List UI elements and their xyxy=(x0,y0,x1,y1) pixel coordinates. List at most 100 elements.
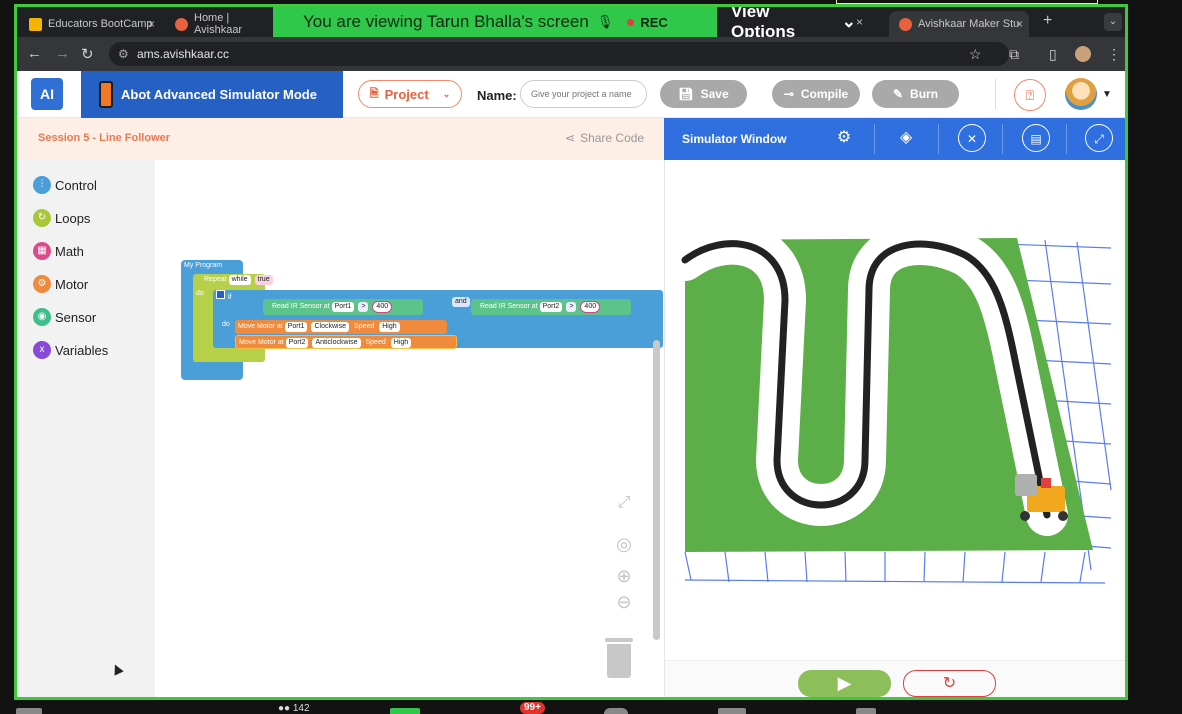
center-target-icon[interactable]: ◎ xyxy=(612,534,636,555)
help-icon[interactable]: ⍰ xyxy=(1014,79,1046,111)
chat-badge[interactable]: 99+ xyxy=(520,702,545,714)
back-arrow-icon[interactable]: ← xyxy=(27,45,42,62)
browser-tab-bar: Educators BootCamp × Home | Avishkaar Yo… xyxy=(17,7,1125,41)
fit-screen-icon[interactable]: ⤢ xyxy=(612,494,636,512)
simulator-viewport[interactable] xyxy=(664,160,1125,660)
tab-avishkaar-maker-studio[interactable]: Avishkaar Maker Stu × xyxy=(889,11,1029,37)
caret-down-icon[interactable]: ▼ xyxy=(1102,89,1112,100)
compile-button[interactable]: ⊸ Compile xyxy=(772,80,860,108)
reactions-icon[interactable] xyxy=(718,708,746,714)
browser-menu-icon[interactable]: ⋮ xyxy=(1107,46,1121,63)
record-icon[interactable] xyxy=(604,708,628,714)
reset-button[interactable]: ↻ xyxy=(903,670,996,697)
math-icon: ▦ xyxy=(33,242,51,260)
operator-dropdown[interactable]: > xyxy=(358,302,369,312)
participants-count: 142 xyxy=(292,703,310,714)
simulator-scene xyxy=(665,222,1112,584)
category-sensor[interactable]: ◉ Sensor xyxy=(33,308,96,326)
view-options-button[interactable]: View Options ⌄ × xyxy=(717,7,873,41)
new-tab-button[interactable]: + xyxy=(1043,12,1052,30)
share-code-button[interactable]: ⋖ Share Code xyxy=(565,131,644,145)
simulator-title: Simulator Window xyxy=(682,132,787,146)
book-icon[interactable]: ▤ xyxy=(1022,124,1050,152)
burn-button[interactable]: ✎ Burn xyxy=(872,80,959,108)
port-dropdown[interactable]: Port2 xyxy=(539,302,563,312)
bookmark-star-icon[interactable]: ☆ xyxy=(969,46,982,63)
forward-arrow-icon[interactable]: → xyxy=(55,45,70,62)
project-dropdown[interactable]: 🗎 Project ⌄ xyxy=(358,80,462,108)
tab-search-button[interactable]: ⌄ xyxy=(1104,13,1122,31)
true-value[interactable]: true xyxy=(254,275,273,285)
threshold-value[interactable]: 400 xyxy=(580,301,601,313)
save-button[interactable]: 💾︎ Save xyxy=(660,80,747,108)
profile-avatar[interactable] xyxy=(1075,46,1091,62)
close-icon[interactable]: × xyxy=(148,17,155,31)
address-bar[interactable]: ⚙ ams.avishkaar.cc xyxy=(109,42,1009,66)
extensions-icon[interactable]: ⧉ xyxy=(1009,46,1019,63)
user-avatar[interactable] xyxy=(1065,78,1097,110)
reload-icon[interactable]: ↻ xyxy=(81,45,94,63)
operator-dropdown[interactable]: > xyxy=(566,302,577,312)
category-motor[interactable]: ⚙ Motor xyxy=(33,275,88,293)
burn-icon: ✎ xyxy=(892,87,904,101)
tab-title: Avishkaar Maker Stu xyxy=(918,18,1020,30)
side-panel-icon[interactable]: ▯ xyxy=(1049,46,1057,63)
reset-icon: ↻ xyxy=(942,675,957,692)
arena-icon[interactable]: ◈ xyxy=(892,124,920,152)
favicon-icon xyxy=(175,17,188,31)
category-label: Motor xyxy=(55,276,89,292)
share-screen-icon[interactable] xyxy=(390,708,420,714)
do-label: do xyxy=(222,321,230,328)
zoom-in-icon[interactable]: ⊕ xyxy=(612,566,636,587)
zoom-out-icon[interactable]: ⊖ xyxy=(612,592,636,613)
chevron-down-icon: ⌄ xyxy=(442,88,451,99)
speed-dropdown[interactable]: High xyxy=(390,338,412,348)
variables-icon: x xyxy=(33,341,51,359)
tools-icon[interactable]: ✕ xyxy=(958,124,986,152)
apps-icon[interactable] xyxy=(856,708,876,714)
simulator-toolbar: Simulator Window ⚙ ◈ ✕ ▤ ⤢ xyxy=(664,118,1125,160)
tab-educators-bootcamp[interactable]: Educators BootCamp × xyxy=(19,11,161,37)
trash-icon[interactable] xyxy=(605,638,633,678)
chevron-down-icon: ⌄ xyxy=(841,12,856,31)
port-dropdown[interactable]: Port1 xyxy=(331,302,355,312)
move-motor-block-1[interactable]: Move Motor at Port1 Clockwise Speed High xyxy=(235,320,447,334)
speed-label: Speed xyxy=(365,339,386,346)
threshold-value[interactable]: 400 xyxy=(372,301,393,313)
speed-dropdown[interactable]: High xyxy=(379,322,400,332)
port-dropdown[interactable]: Port2 xyxy=(285,338,309,348)
category-control[interactable]: ⫶ Control xyxy=(33,176,97,194)
and-operator[interactable]: and xyxy=(452,297,470,307)
play-button[interactable]: ▶ xyxy=(798,670,891,697)
toolbar-separator xyxy=(874,124,875,154)
direction-dropdown[interactable]: Anticlockwise xyxy=(312,338,361,348)
block-workspace[interactable]: My Program Repeat while true do if Read IR… xyxy=(155,160,664,697)
participants-button[interactable]: ●● 142 xyxy=(278,703,310,714)
repeat-label: Repeat xyxy=(204,276,227,283)
tab-avishkaar-home[interactable]: Home | Avishkaar xyxy=(165,11,273,37)
site-settings-icon[interactable]: ⚙ xyxy=(118,42,129,66)
close-icon[interactable]: × xyxy=(1016,17,1023,31)
block-palette: ⫶ Control ↻ Loops ▦ Math ⚙ Motor ◉ Senso… xyxy=(17,160,155,697)
fullscreen-icon[interactable]: ⤢ xyxy=(1085,124,1113,152)
mode-title: Abot Advanced Simulator Mode xyxy=(121,87,317,102)
ir-sensor-condition-2[interactable]: Read IR Sensor at Port2 >400 xyxy=(471,299,631,315)
category-math[interactable]: ▦ Math xyxy=(33,242,84,260)
close-icon[interactable]: × xyxy=(856,15,863,29)
project-name-input[interactable] xyxy=(520,80,647,108)
avishkaar-logo[interactable]: AI xyxy=(31,78,63,110)
direction-dropdown[interactable]: Clockwise xyxy=(311,322,349,332)
gear-icon[interactable] xyxy=(216,290,225,299)
mute-icon[interactable] xyxy=(16,708,42,714)
vertical-scrollbar[interactable] xyxy=(653,340,660,640)
category-variables[interactable]: x Variables xyxy=(33,341,108,359)
while-dropdown[interactable]: while xyxy=(228,275,251,285)
category-loops[interactable]: ↻ Loops xyxy=(33,209,90,227)
port-dropdown[interactable]: Port1 xyxy=(284,322,308,332)
ir-sensor-condition-1[interactable]: Read IR Sensor at Port1 >400 xyxy=(263,299,423,315)
robot-arm-icon[interactable]: ⚙ xyxy=(830,124,858,152)
header-divider xyxy=(995,79,996,109)
move-motor-block-2[interactable]: Move Motor at Port2 Anticlockwise Speed High xyxy=(235,335,457,349)
read-ir-label: Read IR Sensor at xyxy=(272,303,330,310)
simulator-controls: ▶ ↻ xyxy=(664,660,1125,697)
